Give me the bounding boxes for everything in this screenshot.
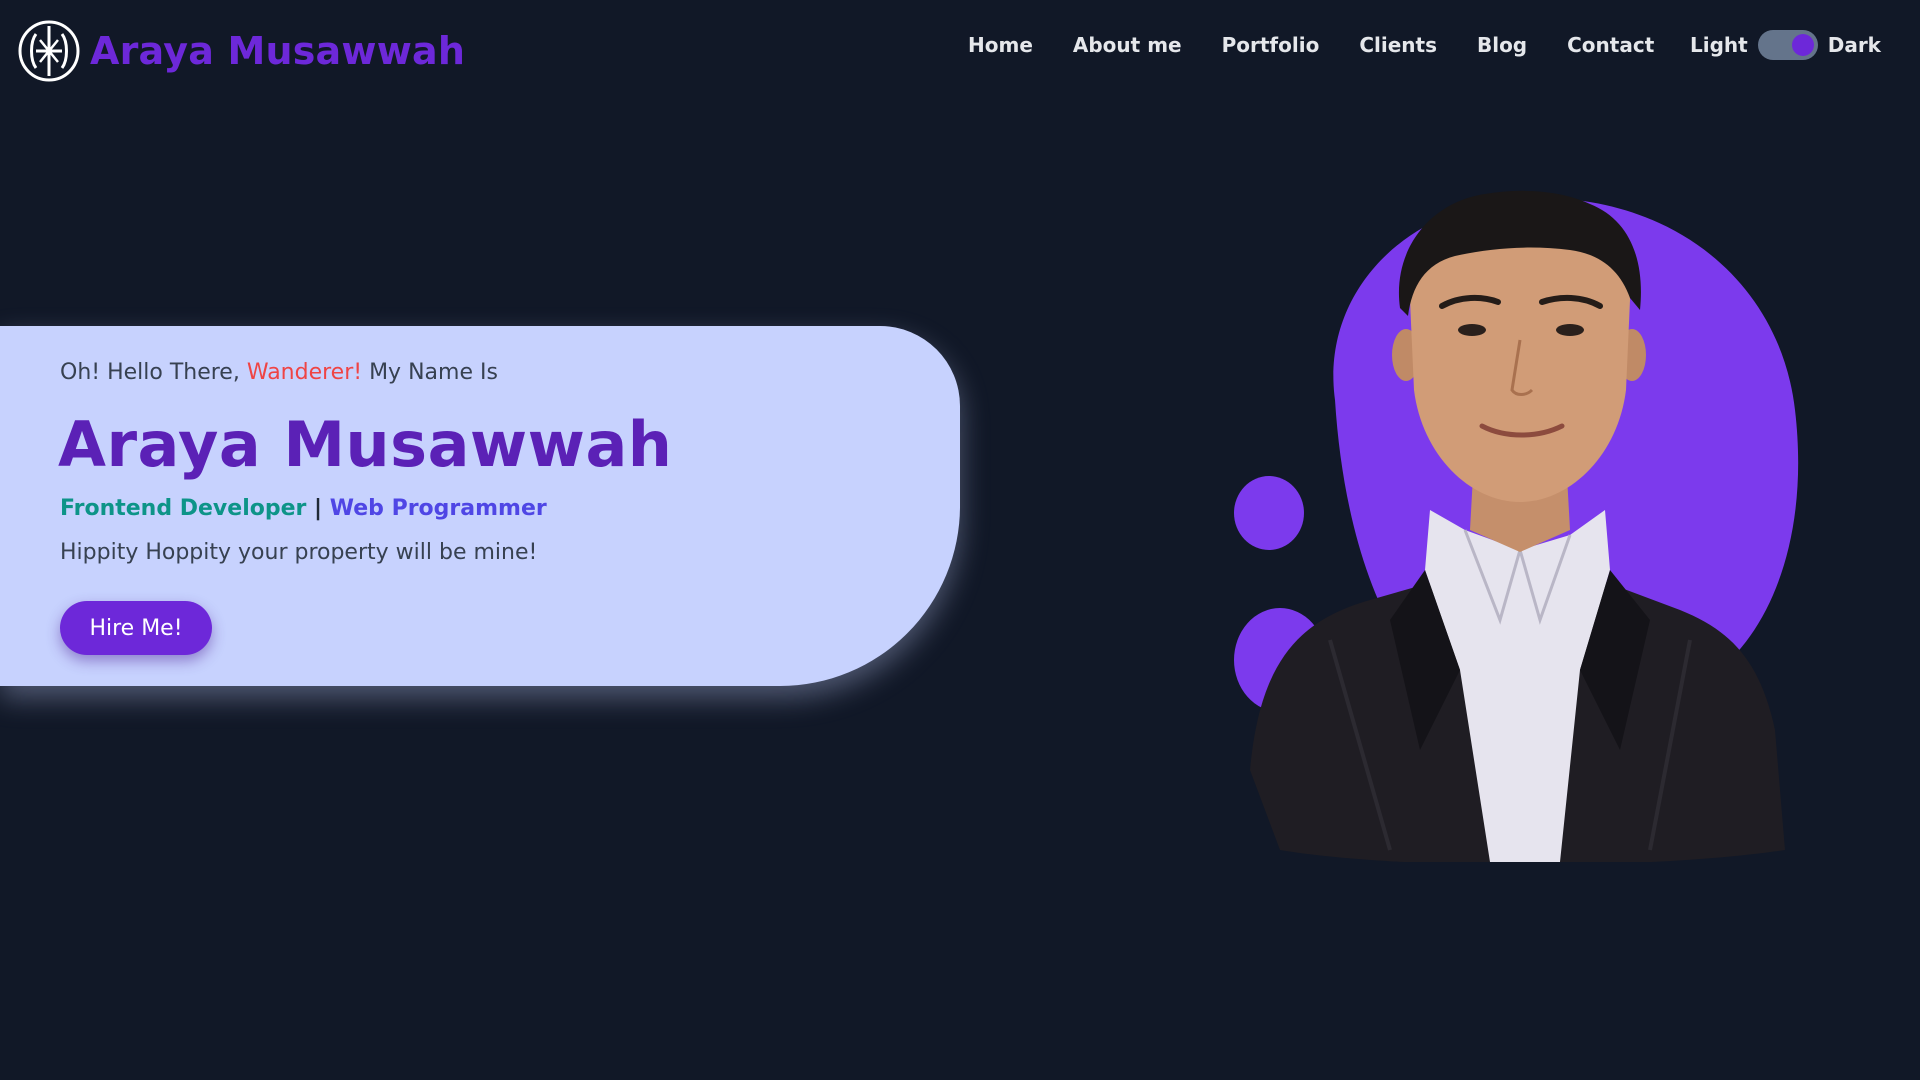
brand[interactable]: Araya Musawwah [18, 20, 465, 82]
hero-card: Oh! Hello There, Wanderer! My Name Is Ar… [0, 326, 960, 686]
hire-me-button[interactable]: Hire Me! [60, 601, 212, 655]
greeting-suffix: My Name Is [369, 360, 498, 385]
nav-link-home[interactable]: Home [968, 33, 1033, 57]
hero-greeting: Oh! Hello There, Wanderer! My Name Is [60, 360, 498, 385]
portrait-blob-small [1234, 476, 1304, 550]
greeting-accent: Wanderer! [246, 360, 363, 385]
nav-link-blog[interactable]: Blog [1477, 33, 1527, 57]
main-nav: Home About me Portfolio Clients Blog Con… [968, 30, 1694, 60]
portrait-eye-right [1556, 324, 1584, 336]
monogram-logo-icon [18, 20, 80, 82]
role-frontend: Frontend Developer [60, 496, 307, 521]
theme-light-label: Light [1690, 33, 1748, 57]
profile-photo [1234, 190, 1799, 862]
role-web: Web Programmer [329, 496, 547, 521]
nav-link-portfolio[interactable]: Portfolio [1222, 33, 1320, 57]
nav-link-clients[interactable]: Clients [1359, 33, 1437, 57]
theme-switch[interactable] [1757, 30, 1818, 60]
brand-name[interactable]: Araya Musawwah [90, 29, 465, 73]
nav-link-about-me[interactable]: About me [1073, 33, 1182, 57]
greeting-prefix: Oh! Hello There, [60, 360, 240, 385]
theme-dark-label: Dark [1827, 33, 1881, 57]
portrait-eye-left [1458, 324, 1486, 336]
hero-roles: Frontend Developer | Web Programmer [60, 496, 547, 521]
role-separator: | [314, 496, 323, 521]
hero-name: Araya Musawwah [58, 408, 673, 481]
page: Araya Musawwah Home About me Portfolio C… [0, 0, 1920, 1080]
theme-switch-knob [1791, 34, 1814, 56]
hero-tagline: Hippity Hoppity your property will be mi… [60, 540, 538, 565]
nav-link-contact[interactable]: Contact [1567, 33, 1654, 57]
theme-toggle: Light Dark [1690, 29, 1881, 61]
portrait [1220, 190, 1900, 862]
